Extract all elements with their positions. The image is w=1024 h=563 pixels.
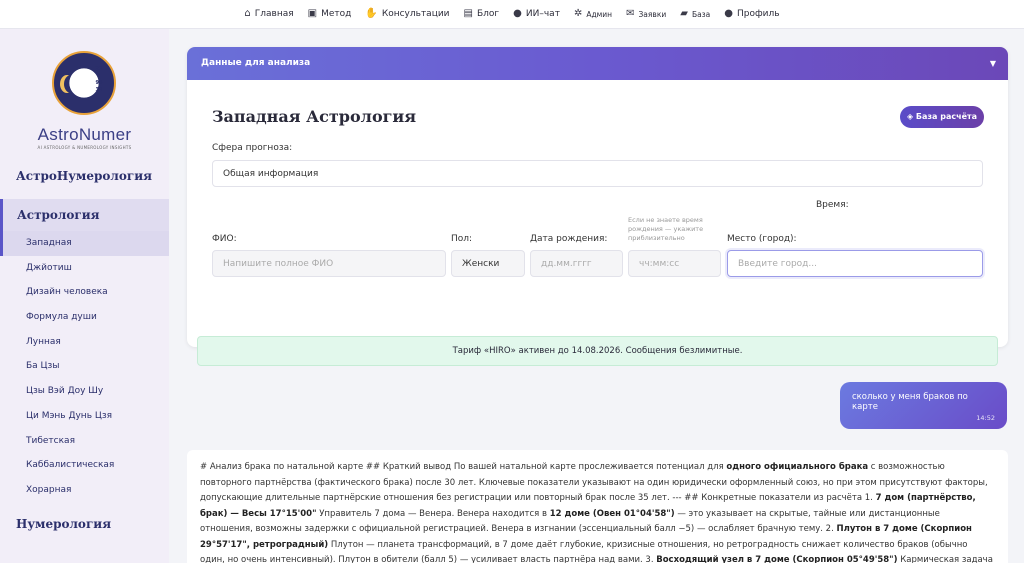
layers-icon: ◈ bbox=[906, 112, 914, 121]
time-hint: Если не знаете время рождения — укажите … bbox=[628, 216, 704, 242]
card-body: Западная Астрология ◈ База расчёта Сфера… bbox=[187, 80, 1008, 347]
nav-item[interactable]: ✲ Админ bbox=[574, 9, 612, 19]
message-timestamp: 14:52 bbox=[976, 414, 995, 422]
logo-title: AstroNumer bbox=[37, 125, 132, 144]
tariff-status-banner: Тариф «HIRO» активен до 14.08.2026. Сооб… bbox=[197, 336, 998, 366]
nav-item[interactable]: ✋ Консультации bbox=[365, 8, 450, 20]
message-bold-text: одного официального брака bbox=[726, 462, 869, 472]
gear-icon: ✲ bbox=[573, 8, 583, 19]
nav-item[interactable]: ▤ Блог bbox=[463, 8, 500, 20]
sidebar-section-numerology[interactable]: Нумерология bbox=[0, 509, 169, 539]
sidebar-section-astrology[interactable]: Астрология bbox=[0, 199, 169, 231]
logo-number: 95 bbox=[95, 80, 103, 86]
main-content: Данные для анализа ▼ Западная Астрология… bbox=[169, 29, 1024, 563]
gender-select[interactable]: Женски bbox=[451, 250, 525, 277]
sidebar-item[interactable]: Формула души bbox=[0, 305, 169, 330]
nav-item[interactable]: ● ИИ–чат bbox=[513, 8, 560, 20]
home-icon: ⌂ bbox=[244, 8, 251, 19]
chat-icon: ● bbox=[513, 8, 522, 19]
sidebar-item[interactable]: Цзы Вэй Доу Шу bbox=[0, 379, 169, 404]
calculation-base-label: База расчёта bbox=[915, 112, 978, 121]
handshake-icon: ✋ bbox=[365, 8, 378, 19]
user-message-text: сколько у меня браков по карте bbox=[852, 392, 968, 412]
time-label: Время: bbox=[816, 200, 849, 210]
sidebar-item[interactable]: Джйотиш bbox=[0, 256, 169, 281]
assistant-message: # Анализ брака по натальной карте ## Кра… bbox=[187, 450, 1008, 563]
place-label: Место (город): bbox=[727, 234, 797, 244]
place-input[interactable]: Введите город... bbox=[727, 250, 983, 277]
sidebar-item[interactable]: Дизайн человека bbox=[0, 280, 169, 305]
sidebar-item[interactable]: Западная bbox=[0, 231, 169, 256]
birth-date-label: Дата рождения: bbox=[530, 234, 608, 244]
sidebar-item[interactable]: Лунная bbox=[0, 330, 169, 355]
sidebar: 23 4 95 33 AstroNumer AI ASTROLOGY & NUM… bbox=[0, 29, 169, 563]
logo-numbers: 23 4 95 33 bbox=[90, 66, 108, 94]
nav-item-label: Админ bbox=[586, 9, 613, 19]
nav-item[interactable]: ✉ Заявки bbox=[626, 9, 666, 19]
logo-subtitle: AI ASTROLOGY & NUMEROLOGY INSIGHTS bbox=[37, 145, 132, 150]
newspaper-icon: ▤ bbox=[463, 8, 473, 19]
nav-item-label: Консультации bbox=[381, 9, 450, 19]
nav-item-label: Блог bbox=[476, 9, 500, 19]
logo-emblem-icon: 23 4 95 33 bbox=[52, 51, 116, 115]
message-bold-text: 12 доме (Овен 01°04'58") bbox=[549, 508, 675, 519]
sphere-label: Сфера прогноза: bbox=[212, 143, 293, 153]
nav-item-label: Заявки bbox=[638, 9, 667, 19]
sidebar-item[interactable]: Тибетская bbox=[0, 429, 169, 454]
logo-number: 4 bbox=[97, 73, 101, 79]
collapse-toggle-icon[interactable]: ▼ bbox=[990, 47, 996, 80]
folder-icon: ▰ bbox=[680, 8, 688, 19]
nav-item-label: Профиль bbox=[737, 9, 780, 19]
nav-item[interactable]: ▰ База bbox=[680, 9, 710, 19]
gender-label: Пол: bbox=[451, 234, 473, 244]
sidebar-brand-heading[interactable]: АстроНумерология bbox=[0, 161, 169, 191]
envelope-icon: ✉ bbox=[626, 8, 635, 19]
top-navigation: ⌂ Главная ▣ Метод ✋ Консультации ▤ Блог ● ИИ–чат ✲… bbox=[0, 0, 1024, 29]
fio-input[interactable]: Напишите полное ФИО bbox=[212, 250, 446, 277]
calculation-base-button[interactable]: ◈ База расчёта bbox=[900, 106, 984, 128]
sidebar-item[interactable]: Каббалистическая bbox=[0, 453, 169, 478]
sidebar-item[interactable]: Хорарная bbox=[0, 478, 169, 503]
nav-item-label: Метод bbox=[321, 9, 352, 19]
message-text: # Анализ брака по натальной карте ## Кра… bbox=[200, 462, 727, 472]
user-icon: ● bbox=[724, 8, 733, 19]
card-header-title: Данные для анализа bbox=[201, 58, 311, 68]
nav-item-label: База bbox=[691, 9, 711, 19]
analysis-form-card: Данные для анализа ▼ Западная Астрология… bbox=[187, 47, 1008, 347]
card-header[interactable]: Данные для анализа ▼ bbox=[187, 47, 1008, 80]
nav-item-label: ИИ–чат bbox=[525, 9, 560, 19]
moon-icon bbox=[64, 75, 78, 93]
birth-time-input[interactable]: чч:мм:сс bbox=[628, 250, 721, 277]
sphere-select[interactable]: Общая информация bbox=[212, 160, 983, 187]
page-title: Западная Астрология bbox=[212, 107, 417, 126]
message-text: Управитель 7 дома — Венера. Венера наход… bbox=[316, 508, 550, 519]
nav-item-label: Главная bbox=[254, 9, 294, 19]
fio-label: ФИО: bbox=[212, 234, 237, 244]
sidebar-item[interactable]: Ци Мэнь Дунь Цзя bbox=[0, 404, 169, 429]
nav-item[interactable]: ▣ Метод bbox=[307, 8, 352, 20]
nav-item[interactable]: ● Профиль bbox=[724, 8, 780, 20]
nav-item[interactable]: ⌂ Главная bbox=[244, 8, 294, 20]
logo[interactable]: 23 4 95 33 AstroNumer AI ASTROLOGY & NUM… bbox=[0, 29, 169, 159]
message-bold-text: Восходящий узел в 7 доме (Скорпион 05°49… bbox=[656, 555, 898, 563]
book-icon: ▣ bbox=[307, 8, 318, 19]
logo-number: 23 bbox=[95, 66, 103, 72]
astrology-menu: Западная Джйотиш Дизайн человека Формула ду… bbox=[0, 231, 169, 503]
sidebar-item[interactable]: Ба Цзы bbox=[0, 354, 169, 379]
logo-number: 33 bbox=[95, 87, 103, 93]
user-message-bubble: сколько у меня браков по карте 14:52 bbox=[840, 382, 1007, 429]
birth-date-input[interactable]: дд.мм.гггг bbox=[530, 250, 623, 277]
